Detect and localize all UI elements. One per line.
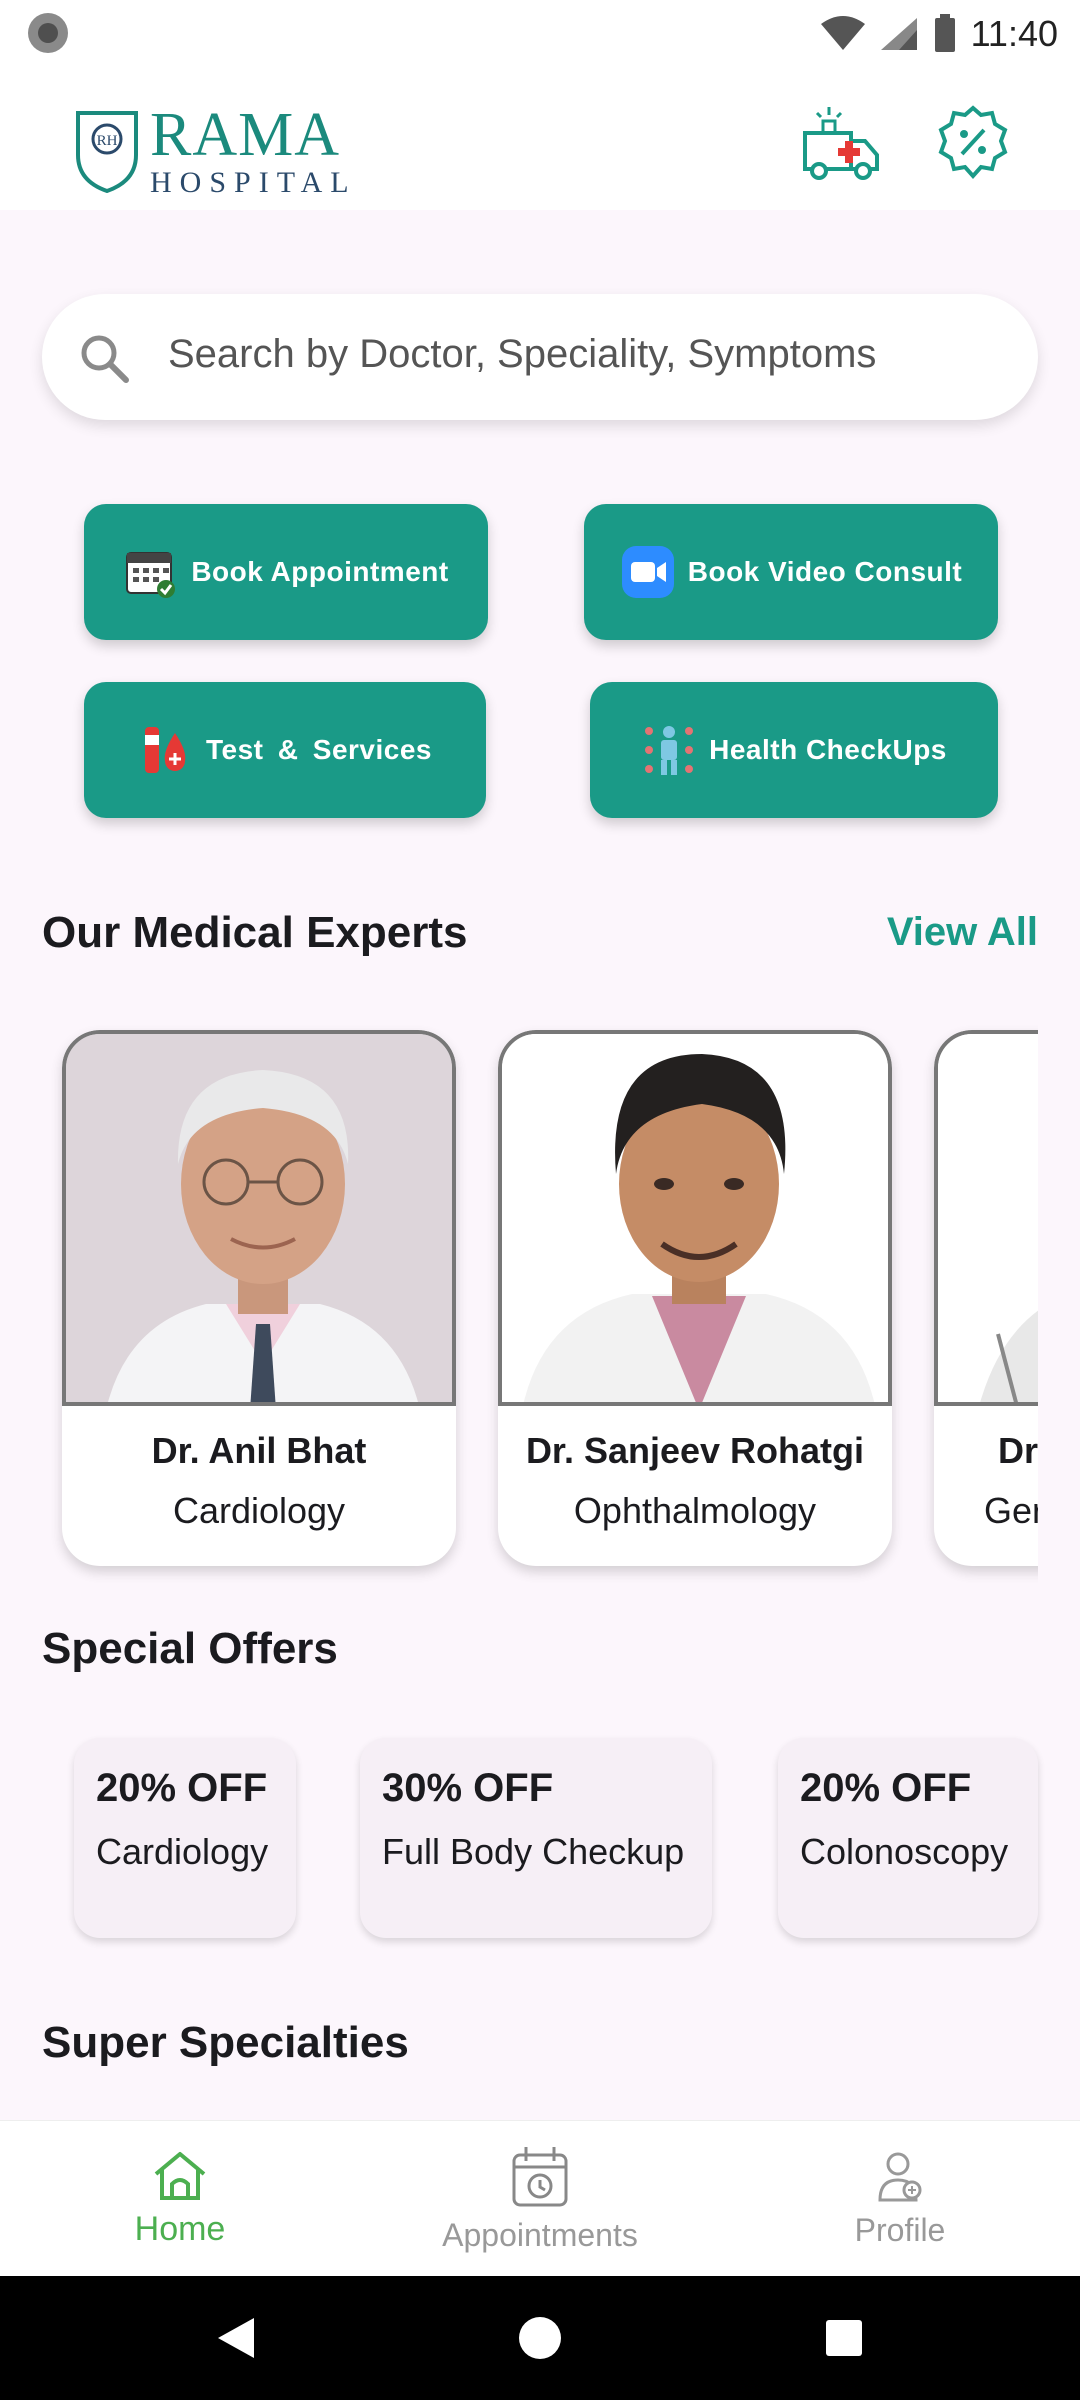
doctor-speciality: Cardiology [172, 1490, 346, 1531]
nav-profile-label: Profile [854, 2211, 946, 2248]
offer-discount: 20% OFF [96, 1766, 268, 1810]
search-placeholder: Search by Doctor, Speciality, Symptoms [168, 332, 877, 376]
svg-text:RH: RH [97, 133, 118, 149]
recents-square-icon [826, 2320, 862, 2356]
body-scan-icon [641, 722, 697, 778]
recents-button[interactable] [784, 2276, 904, 2400]
app-header: RH RAMA HOSPITAL [0, 66, 1080, 210]
ambulance-button[interactable] [796, 98, 886, 188]
discount-badge-icon [938, 105, 1008, 180]
signal-icon [880, 18, 917, 50]
system-navigation-bar [0, 2276, 1080, 2400]
hospital-logo[interactable]: RH RAMA HOSPITAL [74, 101, 357, 199]
wifi-icon [820, 16, 865, 50]
experts-title: Our Medical Experts [42, 908, 468, 957]
book-video-consult-button[interactable]: Book Video Consult [584, 504, 998, 640]
nav-profile[interactable]: Profile [720, 2121, 1080, 2277]
search-bar[interactable]: Search by Doctor, Speciality, Symptoms [42, 294, 1038, 420]
offer-label: Cardiology [96, 1831, 269, 1872]
ambulance-icon [803, 107, 879, 180]
test-services-button[interactable]: Test & Services [84, 682, 486, 818]
offer-label: Full Body Checkup [382, 1831, 685, 1872]
offer-label: Colonoscopy [800, 1831, 1009, 1872]
calendar-clock-icon [512, 2146, 568, 2206]
offers-button[interactable] [928, 98, 1018, 188]
doctor-photo [934, 1030, 1038, 1406]
offers-title: Special Offers [42, 1624, 338, 1673]
doctor-profile-icon [878, 2152, 922, 2201]
status-icons: 11:40 [820, 6, 1058, 62]
doctor-speciality: Ophthalmology [573, 1490, 817, 1531]
notification-dot-icon [28, 13, 68, 53]
doctor-photo [498, 1030, 892, 1406]
health-checkups-label: Health CheckUps [709, 734, 947, 765]
doctor-speciality: Ger [984, 1490, 1038, 1531]
nav-appointments[interactable]: Appointments [360, 2121, 720, 2277]
doctor-name: Dr. Sanjeev Rohatgi [525, 1430, 865, 1471]
doctor-card[interactable]: Dr Ger [934, 1030, 1038, 1566]
doctor-card[interactable]: Dr. Anil Bhat Cardiology [62, 1030, 456, 1566]
logo-shield-icon: RH [76, 111, 138, 193]
health-checkups-button[interactable]: Health CheckUps [590, 682, 998, 818]
nav-home[interactable]: Home [0, 2121, 360, 2277]
experts-carousel[interactable]: Dr. Anil Bhat Cardiology Dr. Sanjeev Roh… [42, 1010, 1038, 1600]
home-circle-icon [519, 2317, 561, 2359]
offer-discount: 20% OFF [800, 1766, 972, 1810]
back-triangle-icon [218, 2318, 254, 2358]
doctor-photo [62, 1030, 456, 1406]
doctor-name: Dr [998, 1430, 1038, 1471]
book-video-consult-label: Book Video Consult [687, 556, 963, 587]
home-content[interactable]: Search by Doctor, Speciality, Symptoms B… [0, 210, 1080, 2120]
bottom-navigation: Home Appointments Profile [0, 2120, 1080, 2276]
specialties-title: Super Specialties [42, 2018, 409, 2067]
logo-title: RAMA [150, 101, 341, 169]
test-services-label: Test & Services [206, 734, 432, 765]
logo-subtitle: HOSPITAL [150, 166, 357, 199]
test-tube-icon [138, 722, 194, 778]
offer-card[interactable]: 20% OFF Cardiology [74, 1738, 296, 1938]
calendar-icon [123, 544, 179, 600]
video-icon [620, 544, 676, 600]
doctor-card[interactable]: Dr. Sanjeev Rohatgi Ophthalmology [498, 1030, 892, 1566]
offer-card[interactable]: 30% OFF Full Body Checkup [360, 1738, 712, 1938]
battery-icon [934, 14, 955, 52]
book-appointment-label: Book Appointment [191, 556, 449, 587]
nav-home-label: Home [134, 2209, 226, 2248]
home-system-button[interactable] [480, 2276, 600, 2400]
nav-appointments-label: Appointments [442, 2216, 638, 2253]
search-icon [81, 335, 129, 383]
back-button[interactable] [176, 2276, 296, 2400]
offer-card[interactable]: 20% OFF Colonoscopy [778, 1738, 1038, 1938]
status-time: 11:40 [970, 13, 1058, 54]
view-all-link[interactable]: View All [887, 910, 1038, 955]
status-bar: 11:40 [0, 0, 1080, 66]
home-icon [154, 2151, 206, 2200]
book-appointment-button[interactable]: Book Appointment [84, 504, 488, 640]
offer-discount: 30% OFF [382, 1766, 554, 1810]
doctor-name: Dr. Anil Bhat [151, 1430, 367, 1471]
